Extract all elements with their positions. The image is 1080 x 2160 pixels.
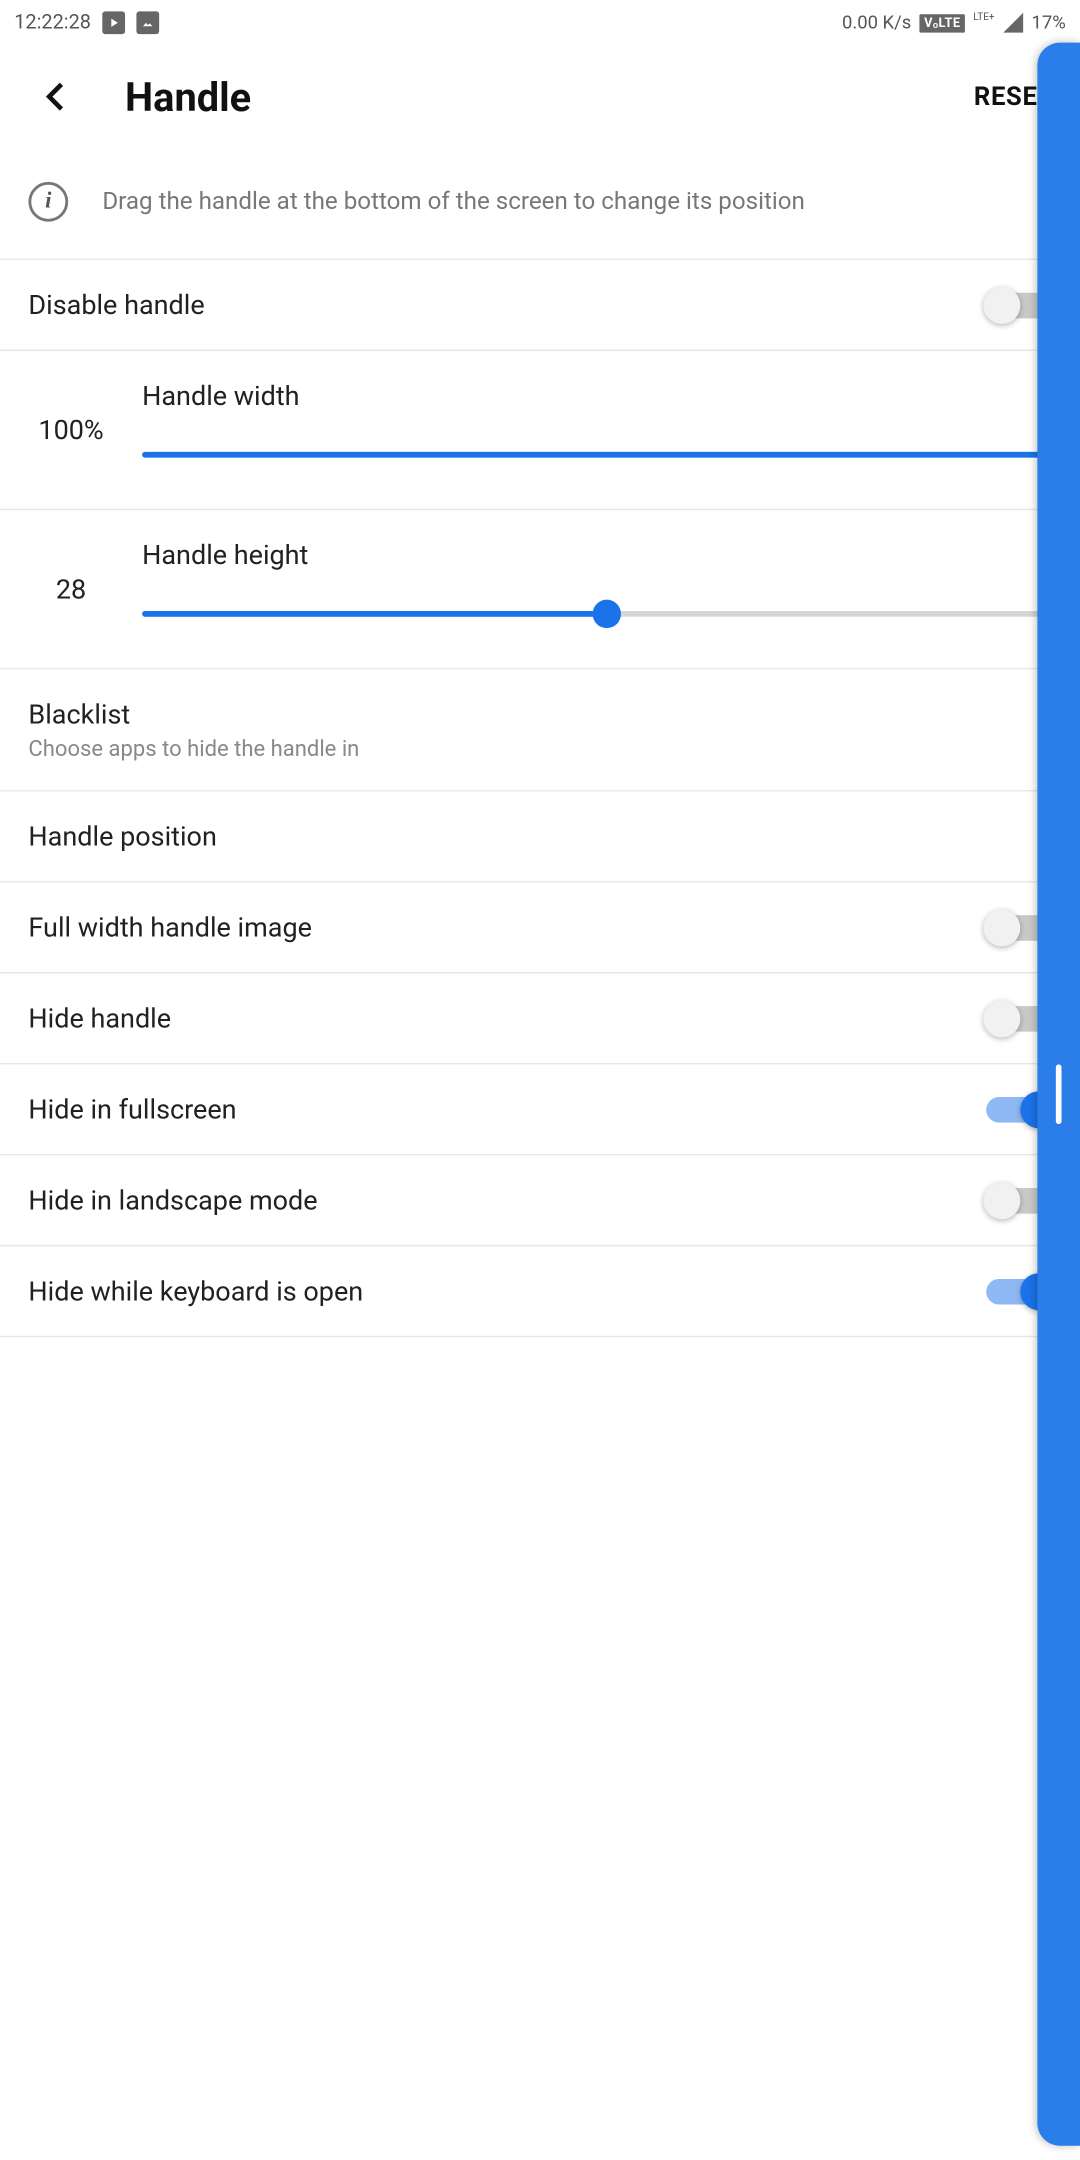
page-title: Handle bbox=[125, 73, 251, 120]
row-hide-fullscreen[interactable]: Hide in fullscreen bbox=[0, 1064, 1080, 1155]
data-speed: 0.00 K/s bbox=[842, 12, 911, 33]
back-button[interactable] bbox=[26, 65, 89, 128]
row-disable-handle[interactable]: Disable handle bbox=[0, 260, 1080, 351]
info-icon: i bbox=[28, 182, 68, 222]
label-full-width-image: Full width handle image bbox=[28, 911, 986, 944]
status-time: 12:22:28 bbox=[14, 11, 91, 34]
label-hide-keyboard: Hide while keyboard is open bbox=[28, 1275, 986, 1308]
battery-percent: 17% bbox=[1031, 12, 1065, 33]
row-handle-position[interactable]: Handle position bbox=[0, 792, 1080, 883]
settings-list: Disable handle 100% Handle width 28 Hand… bbox=[0, 260, 1080, 1337]
row-blacklist[interactable]: Blacklist Choose apps to hide the handle… bbox=[0, 669, 1080, 791]
row-hide-landscape[interactable]: Hide in landscape mode bbox=[0, 1155, 1080, 1246]
sub-blacklist: Choose apps to hide the handle in bbox=[28, 736, 1051, 762]
lte-label: LTE+ bbox=[973, 12, 994, 22]
youtube-icon bbox=[102, 11, 125, 34]
handle-height-label: Handle height bbox=[142, 539, 1071, 572]
handle-height-value: 28 bbox=[0, 510, 142, 668]
edge-gesture-handle[interactable] bbox=[1037, 43, 1080, 2146]
label-blacklist: Blacklist bbox=[28, 698, 1051, 731]
handle-width-slider[interactable] bbox=[142, 452, 1071, 458]
picture-icon bbox=[136, 11, 159, 34]
info-text: Drag the handle at the bottom of the scr… bbox=[102, 185, 805, 218]
signal-icon bbox=[1003, 13, 1023, 33]
row-handle-width: 100% Handle width bbox=[0, 351, 1080, 510]
label-hide-landscape: Hide in landscape mode bbox=[28, 1184, 986, 1217]
handle-width-value: 100% bbox=[0, 351, 142, 509]
volte-icon: VₒLTE bbox=[920, 13, 965, 31]
row-hide-keyboard[interactable]: Hide while keyboard is open bbox=[0, 1246, 1080, 1337]
app-bar: Handle RESET bbox=[0, 45, 1080, 147]
row-hide-handle[interactable]: Hide handle bbox=[0, 973, 1080, 1064]
status-bar: 12:22:28 0.00 K/s VₒLTE LTE+ 17% bbox=[0, 0, 1080, 45]
handle-height-slider[interactable] bbox=[142, 611, 1071, 617]
label-handle-position: Handle position bbox=[28, 820, 1051, 853]
row-full-width-image[interactable]: Full width handle image bbox=[0, 882, 1080, 973]
label-disable-handle: Disable handle bbox=[28, 288, 986, 321]
info-banner: i Drag the handle at the bottom of the s… bbox=[0, 148, 1080, 260]
handle-width-label: Handle width bbox=[142, 379, 1071, 412]
label-hide-fullscreen: Hide in fullscreen bbox=[28, 1093, 986, 1126]
label-hide-handle: Hide handle bbox=[28, 1002, 986, 1035]
row-handle-height: 28 Handle height bbox=[0, 510, 1080, 669]
grip-icon bbox=[1056, 1064, 1062, 1124]
